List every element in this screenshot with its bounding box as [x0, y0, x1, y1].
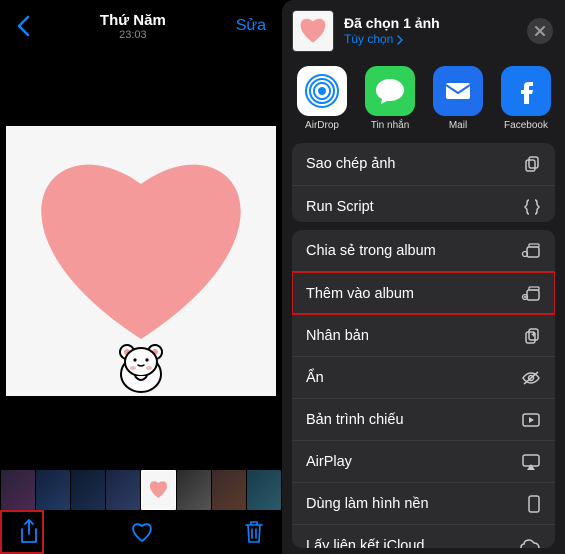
action-label: Dùng làm hình nền [306, 496, 429, 512]
action-label: Ẩn [306, 370, 324, 386]
app-facebook[interactable]: Facebook [498, 66, 554, 131]
sheet-options-button[interactable]: Tùy chọn [344, 32, 517, 48]
thumbnail[interactable] [36, 470, 70, 510]
thumbnail[interactable] [1, 470, 35, 510]
airdrop-icon [297, 66, 347, 116]
action-icloud-link[interactable]: Lấy liên kết iCloud [292, 524, 555, 548]
app-airdrop[interactable]: AirDrop [294, 66, 350, 131]
hamster-character [111, 338, 171, 394]
action-slideshow[interactable]: Bản trình chiếu [292, 398, 555, 440]
favorite-button[interactable] [130, 521, 154, 543]
header-center: Thứ Năm 23:03 [38, 12, 228, 41]
action-label: Sao chép ảnh [306, 156, 396, 172]
icloud-icon [519, 538, 541, 548]
phone-rect-icon [527, 494, 541, 514]
action-label: Run Script [306, 199, 374, 215]
action-label: AirPlay [306, 454, 352, 470]
sheet-header: Đã chọn 1 ảnh Tùy chọn [282, 0, 565, 62]
app-label: Facebook [504, 120, 548, 131]
header-title: Thứ Năm [38, 12, 228, 29]
braces-icon [523, 198, 541, 216]
action-group: Sao chép ảnh Run Script [292, 143, 555, 222]
mail-icon [433, 66, 483, 116]
photo-main [6, 126, 276, 396]
action-label: Bản trình chiếu [306, 412, 404, 428]
add-album-icon [521, 285, 541, 303]
share-button[interactable] [18, 519, 40, 545]
action-add-to-album[interactable]: Thêm vào album [292, 272, 555, 314]
action-airplay[interactable]: AirPlay [292, 440, 555, 482]
header-time: 23:03 [38, 29, 228, 41]
eye-slash-icon [521, 370, 541, 386]
photo-content[interactable] [0, 52, 282, 470]
app-label: Tin nhắn [371, 120, 410, 131]
play-rect-icon [521, 412, 541, 428]
photo-viewer: Thứ Năm 23:03 Sửa [0, 0, 282, 554]
sheet-thumbnail [292, 10, 334, 52]
thumbnail[interactable] [71, 470, 105, 510]
trash-button[interactable] [244, 520, 264, 544]
action-share-album[interactable]: Chia sẻ trong album [292, 230, 555, 272]
duplicate-icon [523, 327, 541, 345]
action-label: Thêm vào album [306, 286, 414, 302]
sheet-title: Đã chọn 1 ảnh [344, 14, 517, 32]
action-run-script[interactable]: Run Script [292, 185, 555, 222]
thumbnail-selected[interactable] [141, 470, 177, 510]
chevron-right-icon [397, 35, 403, 45]
app-row[interactable]: AirDrop Tin nhắn Mail Facebook Ins [282, 62, 565, 143]
sheet-options-label: Tùy chọn [344, 32, 393, 48]
share-sheet: Đã chọn 1 ảnh Tùy chọn AirDrop Tin nhắn [282, 0, 565, 554]
close-icon [534, 25, 546, 37]
app-messages[interactable]: Tin nhắn [362, 66, 418, 131]
heart-icon [11, 129, 271, 349]
airplay-icon [521, 453, 541, 471]
action-list[interactable]: Sao chép ảnh Run Script Chia sẻ trong al… [282, 143, 565, 554]
app-mail[interactable]: Mail [430, 66, 486, 131]
close-button[interactable] [527, 18, 553, 44]
action-copy-photo[interactable]: Sao chép ảnh [292, 143, 555, 185]
photo-header: Thứ Năm 23:03 Sửa [0, 0, 282, 52]
facebook-icon [501, 66, 551, 116]
action-label: Lấy liên kết iCloud [306, 538, 425, 548]
action-duplicate[interactable]: Nhân bản [292, 314, 555, 356]
action-group: Chia sẻ trong album Thêm vào album Nhân … [292, 230, 555, 548]
thumbnail-strip[interactable] [0, 470, 282, 510]
edit-button[interactable]: Sửa [228, 17, 274, 35]
action-label: Chia sẻ trong album [306, 243, 436, 259]
shared-album-icon [521, 242, 541, 260]
action-wallpaper[interactable]: Dùng làm hình nền [292, 482, 555, 524]
app-label: Mail [449, 120, 467, 131]
action-label: Nhân bản [306, 328, 369, 344]
thumbnail[interactable] [106, 470, 140, 510]
app-label: AirDrop [305, 120, 339, 131]
back-button[interactable] [8, 15, 38, 37]
thumbnail[interactable] [177, 470, 211, 510]
thumbnail[interactable] [212, 470, 246, 510]
copy-icon [523, 155, 541, 173]
action-hide[interactable]: Ẩn [292, 356, 555, 398]
photo-toolbar [0, 510, 282, 554]
sheet-titles: Đã chọn 1 ảnh Tùy chọn [344, 14, 517, 48]
thumbnail[interactable] [247, 470, 281, 510]
messages-icon [365, 66, 415, 116]
